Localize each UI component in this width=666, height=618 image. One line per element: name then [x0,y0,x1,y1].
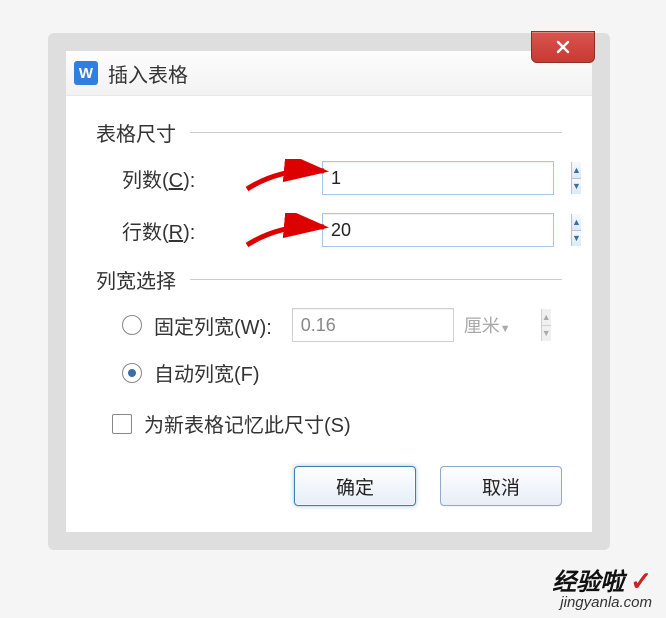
group-table-size-label: 表格尺寸 [96,118,176,147]
fixed-width-spinbox: ▲ ▼ [292,308,454,342]
app-icon: W [74,61,98,85]
rows-input[interactable] [323,214,571,246]
auto-width-label: 自动列宽(F) [154,358,260,387]
annotation-arrow-icon [242,159,332,199]
columns-spin-down[interactable]: ▼ [572,179,581,195]
watermark-check-icon: ✓ [630,566,652,596]
rows-label: 行数(R): [122,216,242,245]
close-button[interactable] [531,31,595,63]
watermark-en: jingyanla.com [552,595,652,610]
annotation-arrow-icon [242,213,332,253]
close-icon [555,39,571,55]
rows-spin-down[interactable]: ▼ [572,231,581,247]
row-rows: 行数(R): ▲ ▼ [122,213,562,247]
watermark-cn: 经验啦 [552,569,624,596]
group-col-width: 列宽选择 [96,265,562,294]
row-auto-width: 自动列宽(F) [122,358,562,387]
group-table-size: 表格尺寸 [96,118,562,147]
columns-spin-buttons: ▲ ▼ [571,162,581,194]
divider [190,132,562,133]
divider [190,279,562,280]
fixed-width-label: 固定列宽(W): [154,311,272,340]
rows-spinbox[interactable]: ▲ ▼ [322,213,554,247]
group-col-width-label: 列宽选择 [96,265,176,294]
cancel-button[interactable]: 取消 [440,466,562,506]
columns-input[interactable] [323,162,571,194]
title-bar: W 插入表格 [66,51,592,96]
columns-label: 列数(C): [122,164,242,193]
dialog-body: 表格尺寸 列数(C): ▲ ▼ 行数(R): [66,96,592,532]
ok-button[interactable]: 确定 [294,466,416,506]
fixed-width-radio[interactable] [122,315,142,335]
columns-spinbox[interactable]: ▲ ▼ [322,161,554,195]
fixed-width-spin-buttons: ▲ ▼ [541,309,551,341]
watermark: 经验啦✓ jingyanla.com [552,568,652,610]
button-row: 确定 取消 [96,466,562,506]
fixed-width-spin-down: ▼ [542,326,551,342]
dialog-title: 插入表格 [108,59,188,88]
rows-spin-buttons: ▲ ▼ [571,214,581,246]
row-remember: 为新表格记忆此尺寸(S) [112,409,562,438]
row-fixed-width: 固定列宽(W): ▲ ▼ 厘米▼ [122,308,562,342]
remember-checkbox[interactable] [112,414,132,434]
unit-label: 厘米▼ [464,312,511,338]
fixed-width-spin-up: ▲ [542,309,551,326]
row-columns: 列数(C): ▲ ▼ [122,161,562,195]
columns-spin-up[interactable]: ▲ [572,162,581,179]
dialog-window: W 插入表格 表格尺寸 列数(C): ▲ [48,33,610,550]
auto-width-radio[interactable] [122,363,142,383]
rows-spin-up[interactable]: ▲ [572,214,581,231]
remember-label: 为新表格记忆此尺寸(S) [144,409,351,438]
